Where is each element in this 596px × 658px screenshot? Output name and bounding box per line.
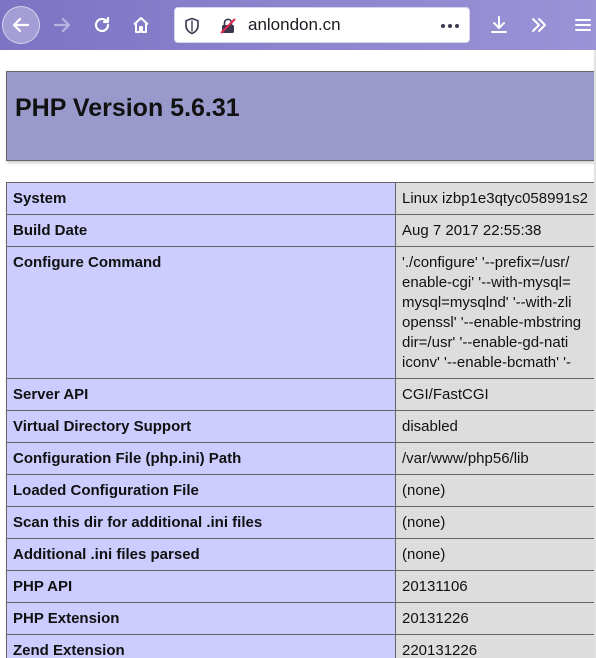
row-key: Server API bbox=[6, 378, 396, 411]
url-text[interactable]: anlondon.cn bbox=[248, 15, 341, 35]
address-bar[interactable]: anlondon.cn bbox=[174, 7, 470, 43]
menu-button[interactable] bbox=[573, 6, 596, 44]
row-key: PHP Extension bbox=[6, 602, 396, 635]
row-key: Configure Command bbox=[6, 246, 396, 379]
row-value: (none) bbox=[395, 506, 596, 539]
row-key: Zend Extension bbox=[6, 634, 396, 658]
download-icon bbox=[489, 15, 509, 35]
hamburger-menu-icon bbox=[573, 15, 593, 35]
page-title: PHP Version 5.6.31 bbox=[15, 94, 240, 122]
table-row: PHP Extension 20131226 bbox=[6, 602, 596, 635]
row-key: Additional .ini files parsed bbox=[6, 538, 396, 571]
row-value: 20131226 bbox=[395, 602, 596, 635]
row-key: Build Date bbox=[6, 214, 396, 247]
table-row: Loaded Configuration File (none) bbox=[6, 474, 596, 507]
chevron-double-right-icon bbox=[529, 15, 549, 35]
row-value: 20131106 bbox=[395, 570, 596, 603]
row-key: PHP API bbox=[6, 570, 396, 603]
table-row: Zend Extension 220131226 bbox=[6, 634, 596, 658]
shield-icon[interactable] bbox=[183, 17, 201, 39]
php-version-header: PHP Version 5.6.31 bbox=[6, 71, 596, 161]
insecure-lock-icon[interactable] bbox=[219, 17, 237, 39]
page-content: PHP Version 5.6.31 System Linux izbp1e3qt… bbox=[0, 50, 596, 658]
row-value: CGI/FastCGI bbox=[395, 378, 596, 411]
table-row: System Linux izbp1e3qtyc058991s2 bbox=[6, 182, 596, 215]
row-key: Scan this dir for additional .ini files bbox=[6, 506, 396, 539]
row-value: 220131226 bbox=[395, 634, 596, 658]
row-value: disabled bbox=[395, 410, 596, 443]
table-row: PHP API 20131106 bbox=[6, 570, 596, 603]
forward-button[interactable] bbox=[43, 6, 81, 44]
table-row: Additional .ini files parsed (none) bbox=[6, 538, 596, 571]
back-arrow-icon bbox=[11, 15, 31, 35]
table-row: Scan this dir for additional .ini files(… bbox=[6, 506, 596, 539]
row-value: (none) bbox=[395, 474, 596, 507]
home-icon bbox=[131, 15, 151, 35]
table-row: Configuration File (php.ini) Path/var/ww… bbox=[6, 442, 596, 475]
table-row: Server API CGI/FastCGI bbox=[6, 378, 596, 411]
row-value: (none) bbox=[395, 538, 596, 571]
home-button[interactable] bbox=[122, 6, 160, 44]
row-key: Loaded Configuration File bbox=[6, 474, 396, 507]
forward-arrow-icon bbox=[52, 15, 72, 35]
reload-button[interactable] bbox=[83, 6, 121, 44]
table-row: Build Date Aug 7 2017 22:55:38 bbox=[6, 214, 596, 247]
back-button[interactable] bbox=[2, 6, 40, 44]
row-key: System bbox=[6, 182, 396, 215]
row-value: './configure' '--prefix=/usr/ enable-cgi… bbox=[395, 246, 596, 379]
row-key: Virtual Directory Support bbox=[6, 410, 396, 443]
table-row: Virtual Directory Support disabled bbox=[6, 410, 596, 443]
more-dots-icon bbox=[441, 24, 459, 28]
browser-toolbar: anlondon.cn bbox=[0, 0, 596, 50]
php-info-table: System Linux izbp1e3qtyc058991s2 Build Dat… bbox=[6, 182, 596, 658]
row-value: /var/www/php56/lib bbox=[395, 442, 596, 475]
row-value: Aug 7 2017 22:55:38 bbox=[395, 214, 596, 247]
row-key: Configuration File (php.ini) Path bbox=[6, 442, 396, 475]
table-row: Configure Command './configure' '--prefix… bbox=[6, 246, 596, 379]
row-value: Linux izbp1e3qtyc058991s2 bbox=[395, 182, 596, 215]
overflow-button[interactable] bbox=[520, 6, 558, 44]
downloads-button[interactable] bbox=[480, 6, 518, 44]
reload-icon bbox=[92, 15, 112, 35]
page-actions-button[interactable] bbox=[441, 24, 459, 28]
